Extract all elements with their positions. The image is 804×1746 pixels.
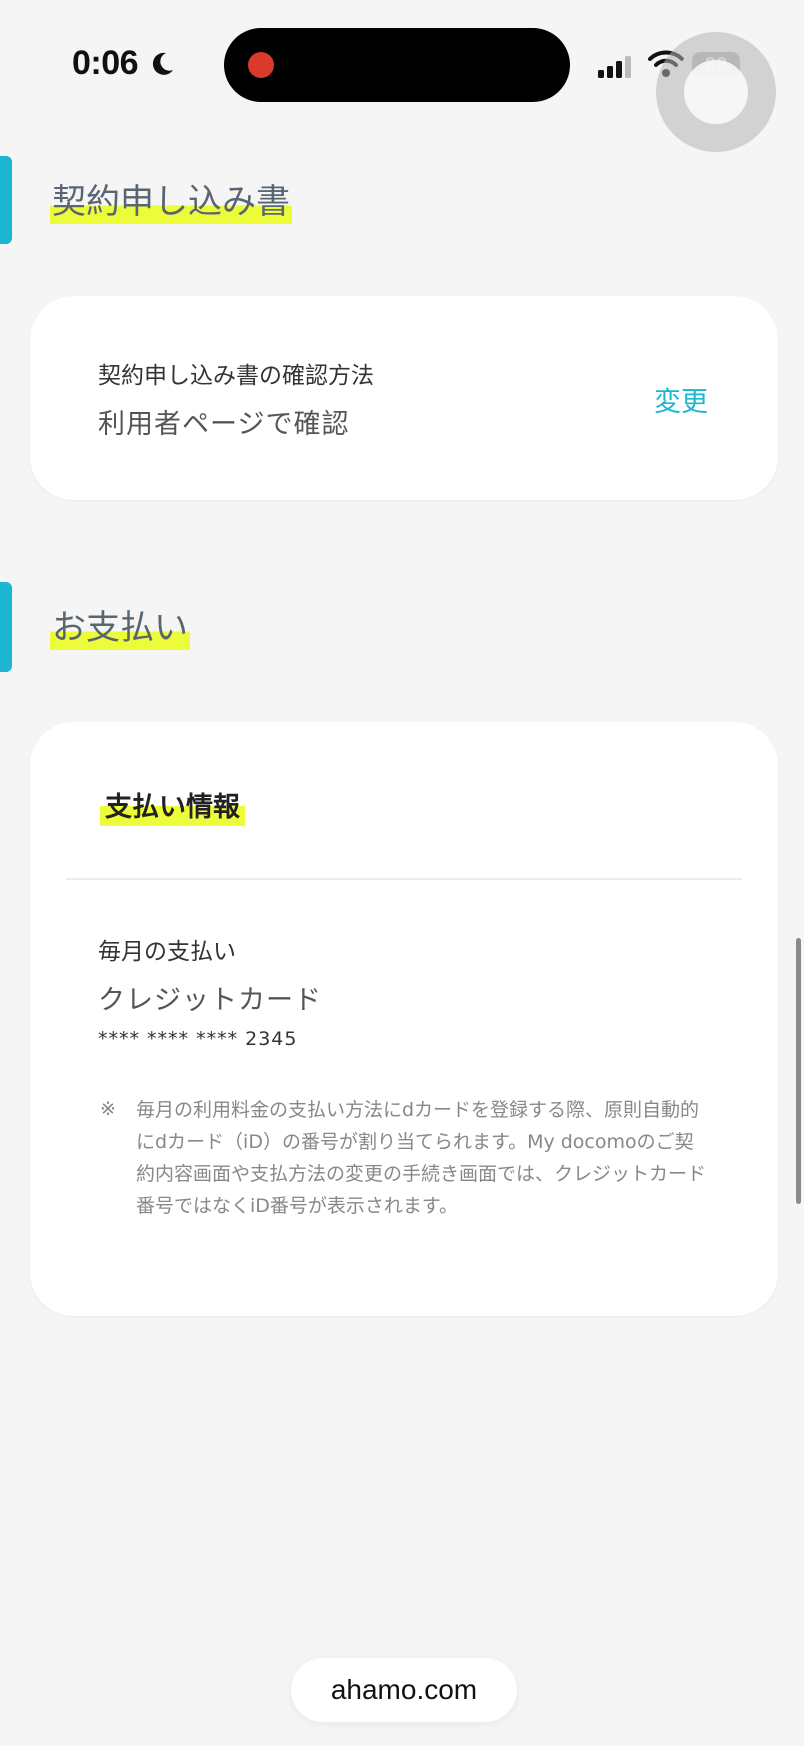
cellular-signal-icon (598, 56, 631, 78)
contract-method-value: 利用者ページで確認 (98, 409, 350, 440)
contract-card: 契約申し込み書の確認方法 利用者ページで確認 変更 (30, 296, 778, 500)
monthly-payment-value: クレジットカード (98, 985, 322, 1016)
scrollbar[interactable] (796, 938, 801, 1204)
browser-url-bar[interactable]: ahamo.com (291, 1658, 517, 1722)
payment-card: 支払い情報 毎月の支払い クレジットカード **** **** **** 234… (30, 722, 778, 1316)
moon-icon (152, 52, 173, 75)
section-accent-bar (0, 582, 12, 672)
note-mark: ※ (100, 1098, 116, 1120)
contract-method-label: 契約申し込み書の確認方法 (98, 363, 374, 389)
change-link[interactable]: 変更 (654, 380, 708, 419)
dynamic-island (224, 28, 570, 102)
status-time: 0:06 (72, 44, 139, 82)
divider (66, 878, 742, 880)
page: 0:06 80 契約申し込み書 契約申し込み書の確認方法 利用者ページで確認 変… (0, 0, 804, 1746)
payment-info-title: 支払い情報 (100, 790, 245, 826)
section-title-payment: お支払い (50, 606, 190, 650)
section-accent-bar (0, 156, 12, 244)
assistive-touch-button[interactable] (656, 32, 776, 152)
section-title-contract: 契約申し込み書 (50, 180, 292, 224)
recording-indicator-icon (248, 52, 274, 78)
card-number: **** **** **** 2345 (98, 1028, 298, 1050)
payment-note: 毎月の利用料金の支払い方法にdカードを登録する際、原則自動的にdカード（iD）の… (136, 1099, 707, 1217)
monthly-payment-label: 毎月の支払い (98, 939, 236, 965)
